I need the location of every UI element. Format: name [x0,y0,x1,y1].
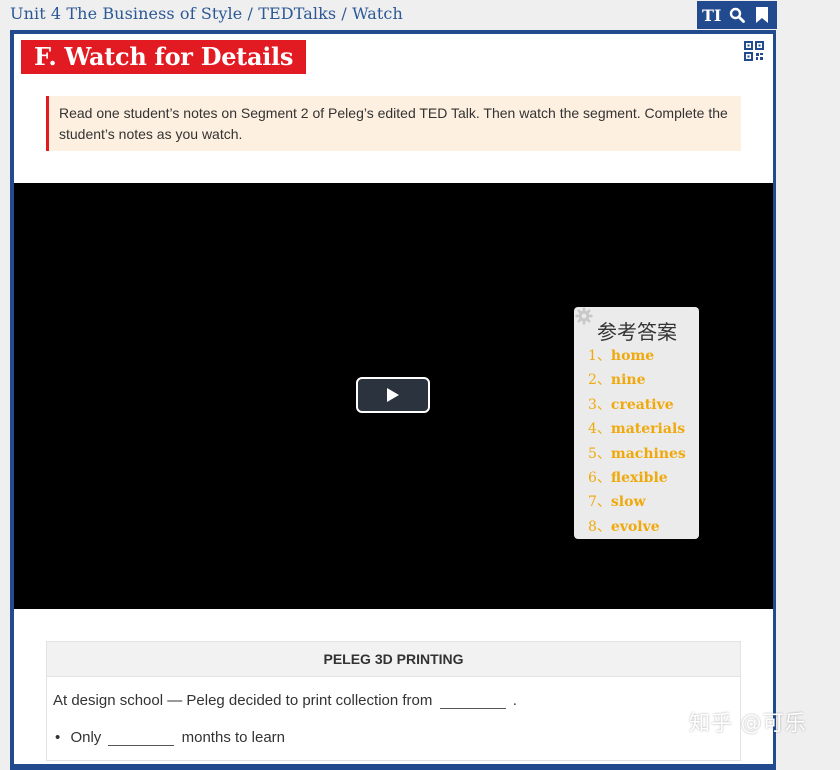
search-button[interactable] [727,5,747,25]
blank-input[interactable] [108,731,175,746]
answer-item: 2、nine [588,372,646,389]
play-icon [387,388,399,402]
breadcrumb-separator: / [242,4,259,23]
watermark: 知乎 @可乐 [689,711,807,735]
instructions-text: Read one student’s notes on Segment 2 of… [59,105,728,142]
breadcrumb-section[interactable]: TEDTalks [258,4,336,23]
search-icon [729,7,745,23]
notes-heading: PELEG 3D PRINTING [47,642,740,677]
answer-item: 1、home [588,348,655,364]
answer-item: 3、creative [588,396,674,413]
instructions-box: Read one student’s notes on Segment 2 of… [46,96,741,151]
answer-item: 5、machines [588,445,686,462]
breadcrumb-separator: / [336,4,353,23]
play-button[interactable] [356,377,430,413]
qr-code-button[interactable] [744,41,764,61]
breadcrumb: Unit 4 The Business of Style / TEDTalks … [10,4,403,23]
bullet-marker: • [55,729,61,746]
notes-line: At design school — Peleg decided to prin… [53,692,517,709]
answer-item: 8、evolve [588,518,660,535]
bookmark-button[interactable] [752,5,772,25]
qr-code-icon [744,41,764,61]
answer-item: 4、materials [588,421,686,438]
answer-item: 7、slow [588,494,646,511]
answer-list: 1、home 2、nine 3、creative 4、materials 5、m… [588,344,686,539]
breadcrumb-unit[interactable]: Unit 4 The Business of Style [10,4,242,23]
student-notes-table: PELEG 3D PRINTING At design school — Pel… [46,641,741,761]
gear-icon[interactable] [575,307,593,325]
answer-key-overlay: 参考答案 1、home 2、nine 3、creative 4、material… [574,307,699,539]
blank-input[interactable] [439,694,506,709]
notes-bullet: • Only months to learn [55,729,286,746]
toolbar: TI [697,1,777,29]
text-size-button[interactable]: TI [702,5,722,25]
answer-key-title: 参考答案 [597,320,677,344]
bookmark-icon [756,7,769,23]
text-size-icon: TI [701,5,722,25]
answer-item: 6、flexible [588,469,668,486]
breadcrumb-page: Watch [352,4,403,23]
activity-title: F. Watch for Details [21,40,307,74]
